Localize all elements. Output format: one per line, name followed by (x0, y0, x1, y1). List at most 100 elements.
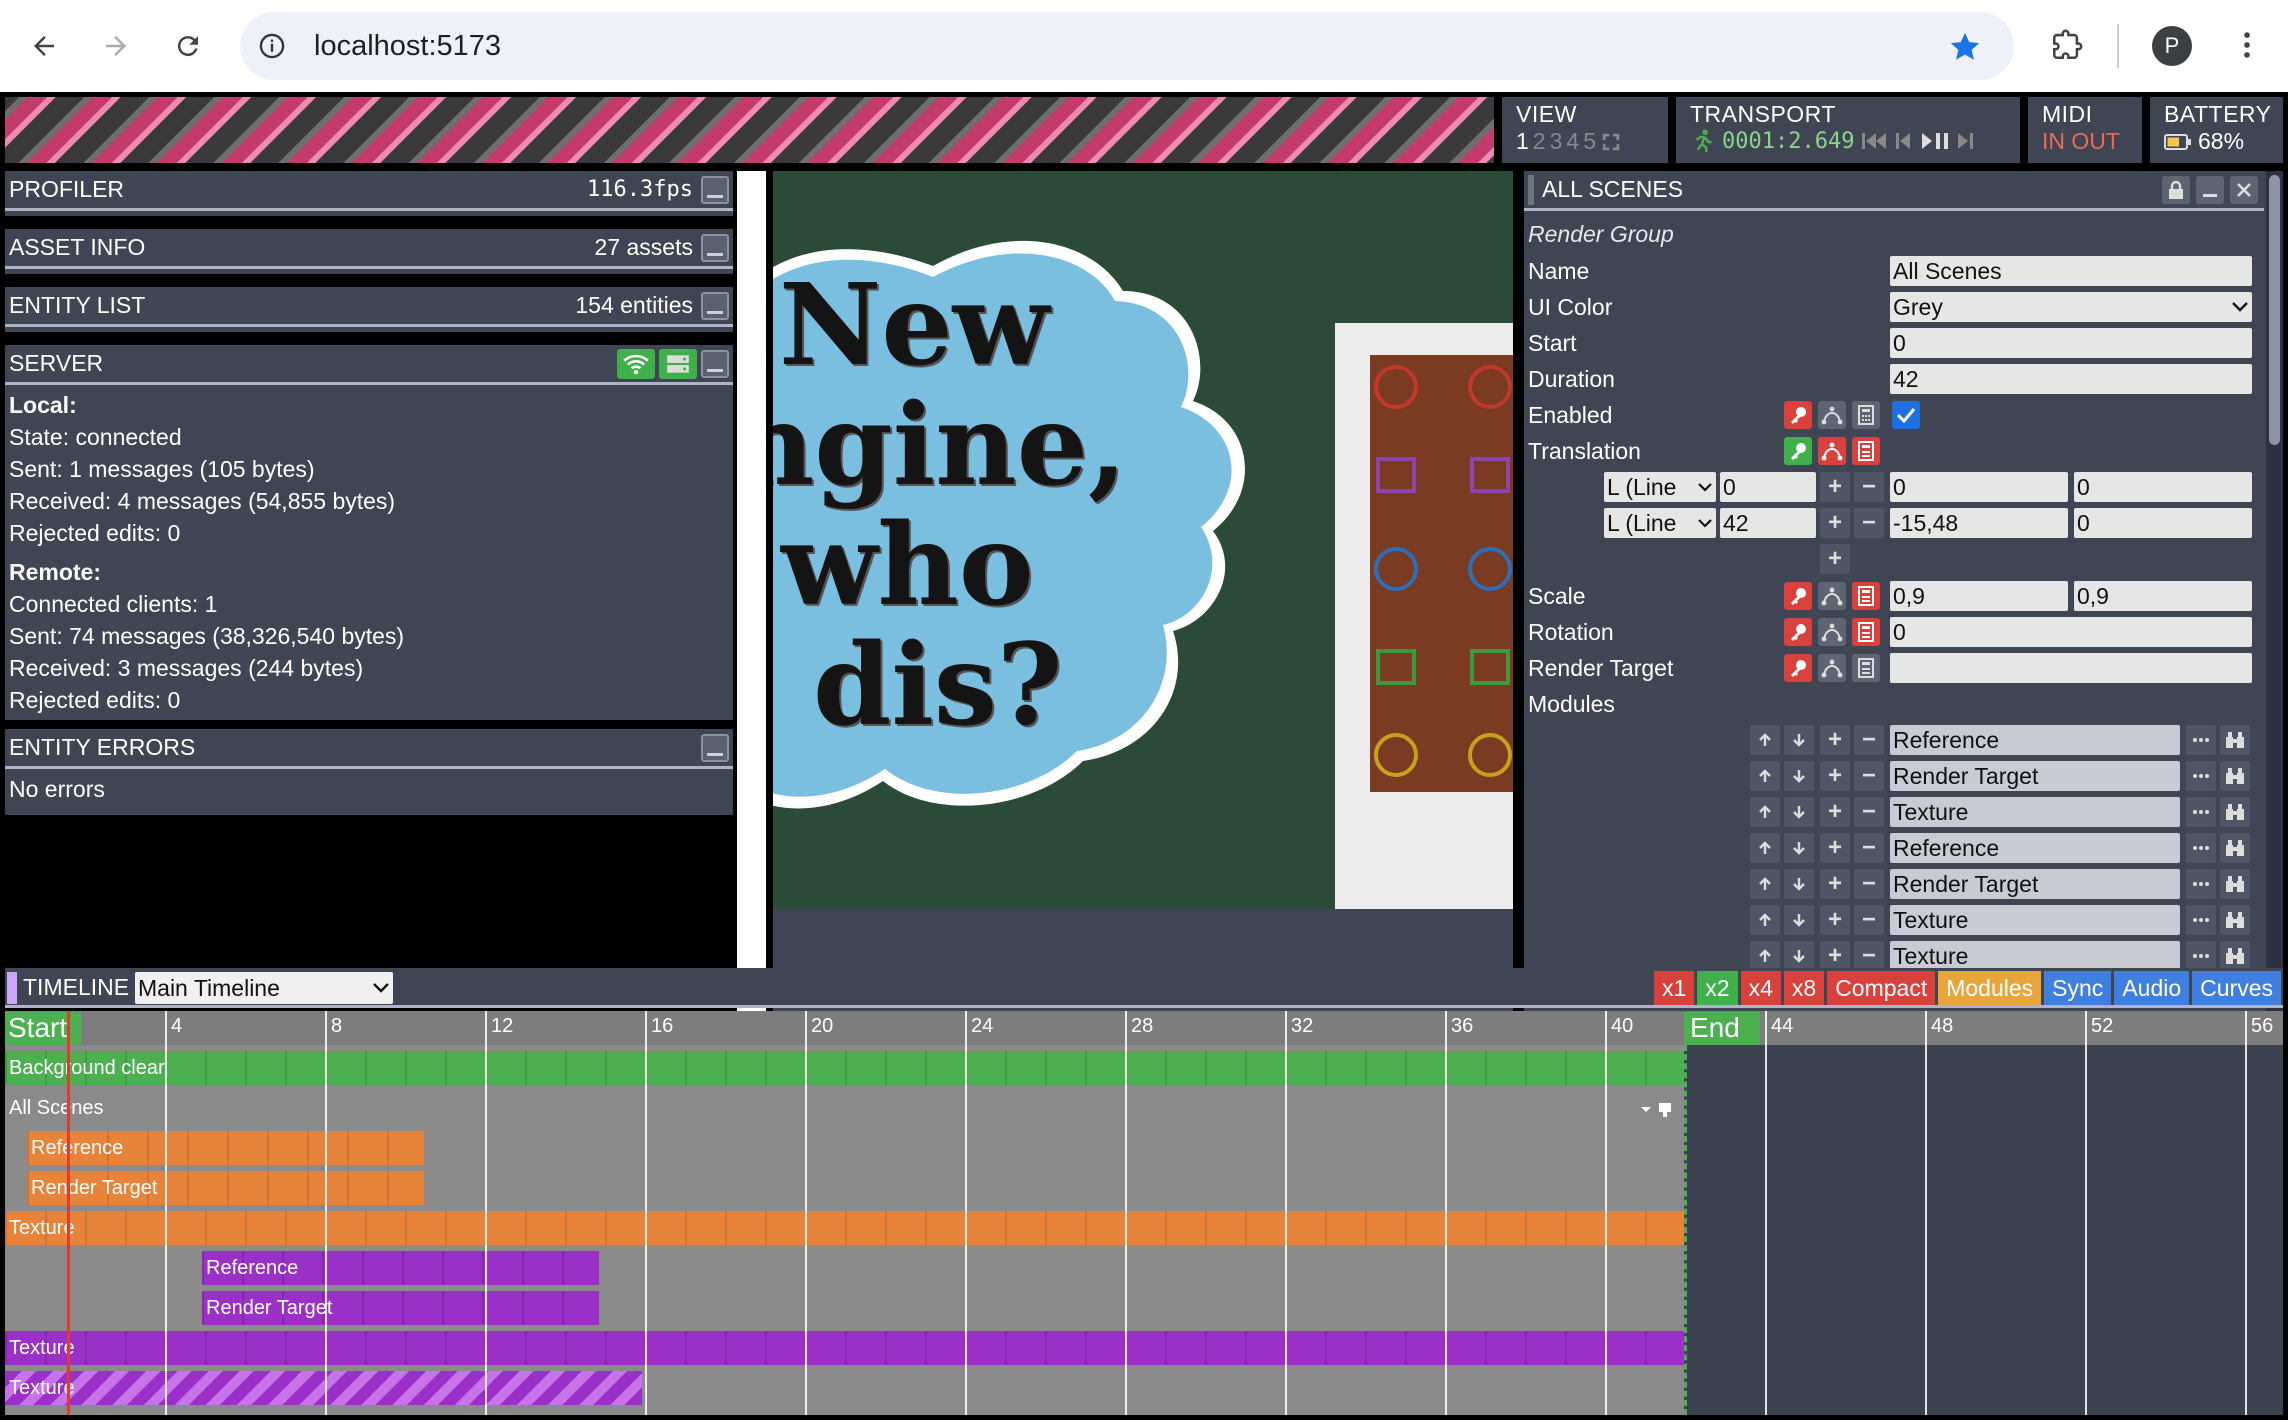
module-move-up-button[interactable] (1750, 869, 1780, 899)
key2-y-input[interactable]: 0 (2074, 508, 2252, 538)
key1-remove-button[interactable]: − (1854, 472, 1884, 502)
key1-time-input[interactable]: 0 (1720, 472, 1816, 502)
transport-controls-icon[interactable] (1860, 130, 1990, 152)
timeline-select[interactable]: Main Timeline (135, 972, 393, 1004)
translation-key-button[interactable] (1784, 437, 1812, 465)
star-icon[interactable] (1948, 30, 1982, 64)
module-move-down-button[interactable] (1784, 905, 1814, 935)
extensions-icon[interactable] (2050, 28, 2084, 62)
key2-remove-button[interactable]: − (1854, 508, 1884, 538)
module-inspect-button[interactable] (2220, 761, 2250, 791)
forward-button[interactable] (92, 22, 140, 70)
key1-y-input[interactable]: 0 (2074, 472, 2252, 502)
asset-info-toggle-button[interactable] (701, 233, 729, 262)
profiler-toggle-button[interactable] (701, 175, 729, 204)
key2-x-input[interactable]: -15,48 (1890, 508, 2068, 538)
viewport-canvas[interactable]: New ngine, who dis? (773, 171, 1513, 909)
enabled-key-button[interactable] (1784, 401, 1812, 429)
render-target-input[interactable] (1890, 653, 2252, 683)
module-name-input[interactable]: Texture (1890, 797, 2180, 827)
module-add-button[interactable]: + (1820, 761, 1850, 791)
key1-add-button[interactable]: + (1820, 472, 1850, 502)
timeline-track-area[interactable]: Start End Background clear All Scenes Re… (5, 1011, 2283, 1415)
module-more-button[interactable] (2186, 797, 2216, 827)
rt-key-button[interactable] (1784, 654, 1812, 682)
curves-button[interactable]: Curves (2192, 971, 2281, 1005)
midi-status[interactable]: IN OUT (2042, 128, 2128, 155)
module-add-button[interactable]: + (1820, 941, 1850, 971)
module-remove-button[interactable]: − (1854, 941, 1884, 971)
module-inspect-button[interactable] (2220, 725, 2250, 755)
module-move-down-button[interactable] (1784, 869, 1814, 899)
module-name-input[interactable]: Texture (1890, 941, 2180, 971)
module-more-button[interactable] (2186, 869, 2216, 899)
rotation-key-button[interactable] (1784, 618, 1812, 646)
zoom-x4-button[interactable]: x4 (1740, 971, 1781, 1005)
name-input[interactable]: All Scenes (1890, 256, 2252, 286)
compact-button[interactable]: Compact (1827, 971, 1936, 1005)
translation-curve-button[interactable] (1818, 437, 1846, 465)
module-remove-button[interactable]: − (1854, 905, 1884, 935)
rt-calc-button[interactable] (1852, 654, 1880, 682)
module-add-button[interactable]: + (1820, 905, 1850, 935)
start-input[interactable]: 0 (1890, 328, 2252, 358)
module-move-down-button[interactable] (1784, 797, 1814, 827)
scale-x-input[interactable]: 0,9 (1890, 581, 2068, 611)
key1-x-input[interactable]: 0 (1890, 472, 2068, 502)
playhead[interactable] (67, 1011, 70, 1415)
key2-add-button[interactable]: + (1820, 508, 1850, 538)
scale-key-button[interactable] (1784, 582, 1812, 610)
view-slot-2[interactable]: 2 (1533, 128, 1546, 155)
module-move-up-button[interactable] (1750, 905, 1780, 935)
track-reference-2[interactable]: Reference (202, 1251, 599, 1285)
module-move-down-button[interactable] (1784, 941, 1814, 971)
module-more-button[interactable] (2186, 725, 2216, 755)
key2-interp-select[interactable]: L (Line (1604, 508, 1716, 538)
ui-color-select[interactable]: Grey (1890, 292, 2252, 322)
enabled-checkbox[interactable] (1892, 401, 1920, 429)
track-reference-1[interactable]: Reference (27, 1131, 424, 1165)
zoom-x2-button[interactable]: x2 (1697, 971, 1738, 1005)
module-remove-button[interactable]: − (1854, 761, 1884, 791)
module-inspect-button[interactable] (2220, 941, 2250, 971)
server-button[interactable] (659, 348, 697, 379)
scale-y-input[interactable]: 0,9 (2074, 581, 2252, 611)
inspector-minimize-button[interactable] (2196, 175, 2224, 204)
track-background-clear[interactable]: Background clear (5, 1051, 1684, 1085)
server-minimize-button[interactable] (701, 349, 729, 378)
module-remove-button[interactable]: − (1854, 833, 1884, 863)
module-move-up-button[interactable] (1750, 761, 1780, 791)
lock-button[interactable] (2162, 175, 2190, 204)
module-move-up-button[interactable] (1750, 833, 1780, 863)
module-more-button[interactable] (2186, 941, 2216, 971)
scrollbar-thumb[interactable] (2269, 175, 2280, 445)
enabled-calc-button[interactable] (1852, 401, 1880, 429)
asset-info-title[interactable]: ASSET INFO (9, 234, 145, 261)
key1-interp-select[interactable]: L (Line (1604, 472, 1716, 502)
entity-errors-title[interactable]: ENTITY ERRORS (9, 734, 195, 761)
add-keyframe-button[interactable]: + (1820, 544, 1850, 574)
scale-calc-button[interactable] (1852, 582, 1880, 610)
sync-button[interactable]: Sync (2044, 971, 2112, 1005)
module-remove-button[interactable]: − (1854, 725, 1884, 755)
module-remove-button[interactable]: − (1854, 869, 1884, 899)
module-more-button[interactable] (2186, 905, 2216, 935)
module-more-button[interactable] (2186, 761, 2216, 791)
module-add-button[interactable]: + (1820, 725, 1850, 755)
module-move-up-button[interactable] (1750, 725, 1780, 755)
viewport-splitter[interactable] (737, 171, 766, 1061)
module-inspect-button[interactable] (2220, 869, 2250, 899)
module-name-input[interactable]: Reference (1890, 725, 2180, 755)
key2-time-input[interactable]: 42 (1720, 508, 1816, 538)
module-name-input[interactable]: Reference (1890, 833, 2180, 863)
rotation-curve-button[interactable] (1818, 618, 1846, 646)
back-button[interactable] (20, 22, 68, 70)
module-name-input[interactable]: Texture (1890, 905, 2180, 935)
module-move-down-button[interactable] (1784, 725, 1814, 755)
entity-list-title[interactable]: ENTITY LIST (9, 292, 145, 319)
module-name-input[interactable]: Render Target (1890, 869, 2180, 899)
kebab-menu-icon[interactable] (2230, 28, 2264, 62)
scale-curve-button[interactable] (1818, 582, 1846, 610)
view-slot-4[interactable]: 4 (1566, 128, 1579, 155)
module-move-up-button[interactable] (1750, 797, 1780, 827)
